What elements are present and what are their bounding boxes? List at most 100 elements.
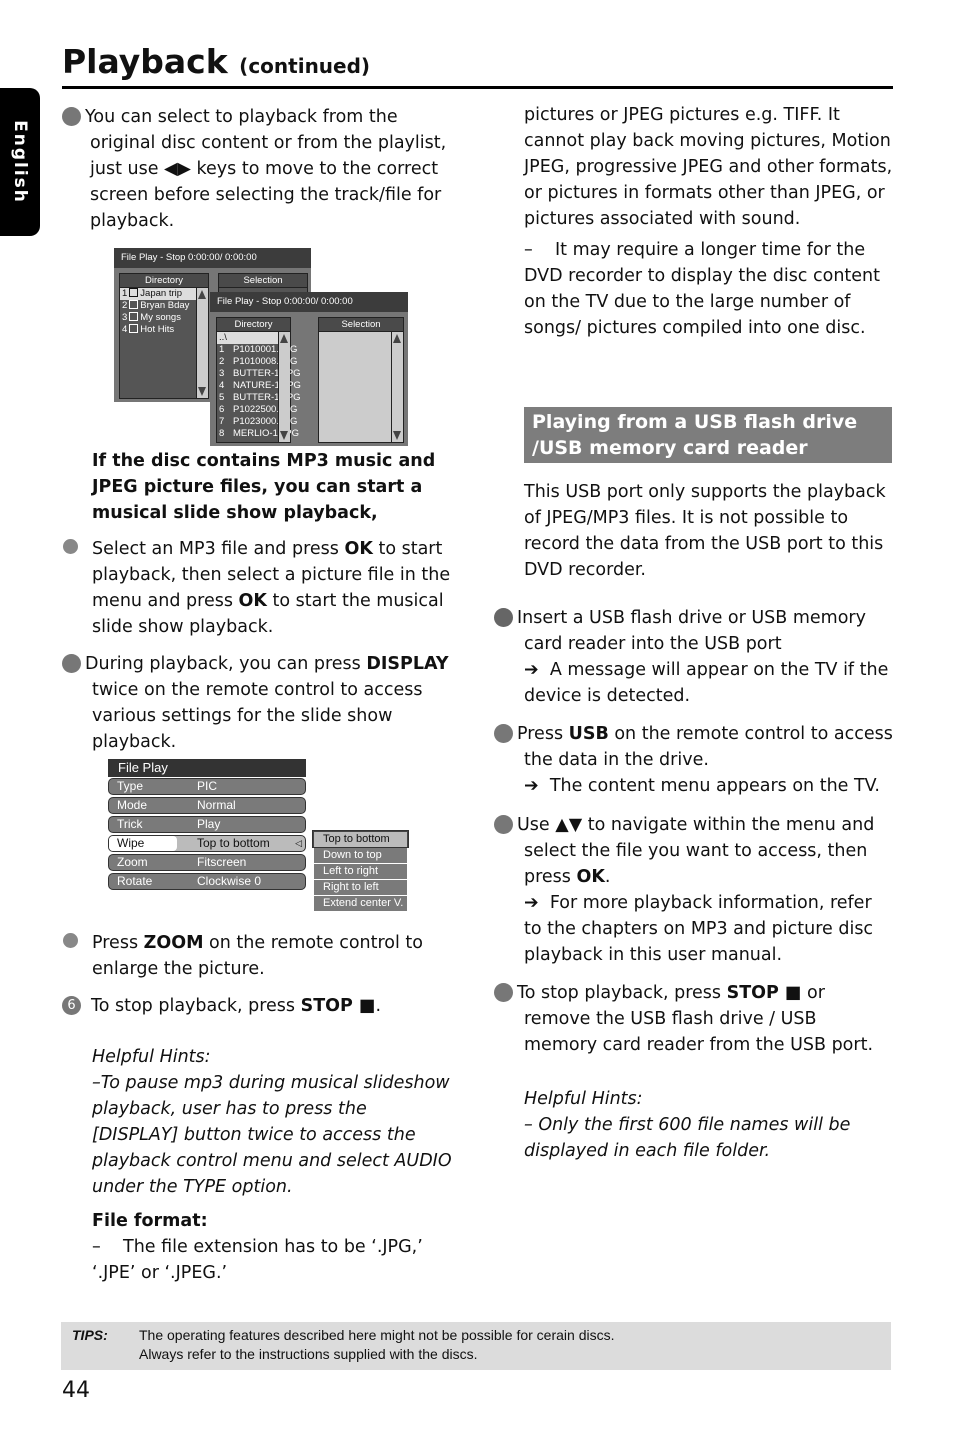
- item-label: Hot Hits: [140, 324, 175, 335]
- directory-list[interactable]: Directory 1 Japan trip 2 Bryan Bday 3 My song…: [119, 273, 209, 399]
- file-item[interactable]: 3 BUTTER-1.JPG: [217, 368, 301, 380]
- triangle-left-icon[interactable]: ◁: [295, 836, 302, 851]
- title-rule: [62, 86, 893, 89]
- dropdown-option[interactable]: Left to right: [314, 864, 407, 879]
- directory-item[interactable]: 4 Hot Hits: [120, 324, 196, 336]
- directory-item[interactable]: 2 Bryan Bday: [120, 300, 196, 312]
- checkbox-icon[interactable]: [129, 288, 139, 297]
- bullet-select-mp3: Select an MP3 file and press OK to start…: [92, 539, 451, 637]
- checkbox-icon[interactable]: [129, 300, 139, 309]
- right-step-2: 2 Press USB on the remote control to acce…: [484, 724, 893, 796]
- file-list[interactable]: Directory ..\ 1 P1010001.JPG 2 P1010008.JPG…: [216, 317, 301, 443]
- hints-text: – Only the first 600 file names will be …: [524, 1115, 851, 1161]
- menu-row-rotate[interactable]: Rotate Clockwise 0: [108, 873, 306, 890]
- step-number-icon: 3: [484, 815, 513, 834]
- item-index: 6: [219, 404, 225, 415]
- hints-title: Helpful Hints:: [92, 1047, 211, 1067]
- dropdown-option[interactable]: Right to left: [314, 880, 407, 895]
- osd-header: File Play - Stop 0:00:00/ 0:00:00: [114, 248, 311, 268]
- file-format: File format: – The file extension has to…: [92, 1208, 457, 1286]
- step-text: You can select to playback from the orig…: [85, 107, 447, 231]
- item-index: 2: [122, 300, 128, 311]
- step-number-icon: 2: [484, 724, 513, 743]
- item-index: 5: [219, 392, 225, 403]
- dropdown-option[interactable]: Top to bottom: [314, 832, 407, 847]
- menu-header: File Play: [108, 759, 306, 777]
- step-number-icon: 1: [484, 608, 513, 627]
- setting-value: Clockwise 0: [197, 874, 262, 888]
- menu-row-wipe[interactable]: Wipe Top to bottom ◁: [108, 835, 306, 852]
- setting-key: Type: [117, 779, 144, 793]
- scroll-down-icon[interactable]: [393, 431, 401, 440]
- item-label: Japan trip: [140, 288, 183, 299]
- left-step-6: 6 To stop playback, press STOP ■.: [62, 993, 462, 1019]
- right-para-1: pictures or JPEG pictures e.g. TIFF. It …: [524, 105, 893, 229]
- setting-value: PIC: [197, 779, 218, 793]
- menu-row-zoom[interactable]: Zoom Fitscreen: [108, 854, 306, 871]
- file-item[interactable]: 4 NATURE-1.JPG: [217, 380, 301, 392]
- dropdown-option[interactable]: Down to top: [314, 848, 407, 863]
- selection-title: Selection: [319, 318, 403, 332]
- slideshow-heading: If the disc contains MP3 music and JPEG …: [92, 451, 436, 523]
- scroll-down-icon[interactable]: [280, 431, 288, 440]
- scrollbar[interactable]: [391, 332, 403, 442]
- directory-title: Directory: [120, 274, 208, 288]
- menu-row-type[interactable]: Type PIC: [108, 778, 306, 795]
- osd-screen-files: File Play - Stop 0:00:00/ 0:00:00 Direct…: [210, 292, 408, 446]
- left-step-5: 5 During playback, you can press DISPLAY …: [52, 654, 449, 752]
- file-name: NATURE-1.JPG: [233, 380, 301, 391]
- usb-intro: This USB port only supports the playback…: [524, 482, 886, 580]
- bullet-zoom: Press ZOOM on the remote control to enla…: [92, 933, 424, 979]
- arrow-icon: ➔: [524, 893, 539, 913]
- scroll-down-icon[interactable]: [198, 387, 206, 396]
- setting-key: Mode: [117, 798, 148, 812]
- file-item[interactable]: 2 P1010008.JPG: [217, 356, 297, 368]
- directory-item[interactable]: 3 My songs: [120, 312, 196, 324]
- tips-label: TIPS:: [72, 1327, 108, 1343]
- file-play-settings-menu: File Play Type PIC Mode Normal Trick Play Wipe…: [108, 759, 306, 892]
- wipe-dropdown[interactable]: Top to bottom Down to top Left to right Rig…: [312, 830, 409, 911]
- right-step-4: 4 To stop playback, press STOP ■ or remov…: [484, 983, 874, 1055]
- checkbox-icon[interactable]: [129, 324, 139, 333]
- directory-item[interactable]: 1 Japan trip: [120, 288, 196, 300]
- left-step-4: 4 You can select to playback from the ori…: [53, 104, 462, 234]
- osd-header: File Play - Stop 0:00:00/ 0:00:00: [210, 292, 408, 312]
- setting-key: Zoom: [117, 855, 148, 869]
- item-index: 1: [122, 288, 128, 299]
- selection-list[interactable]: Selection: [318, 317, 404, 443]
- title-sub: (continued): [239, 54, 371, 78]
- language-label: English: [10, 120, 30, 204]
- bullet-icon: [63, 539, 78, 554]
- menu-row-mode[interactable]: Mode Normal: [108, 797, 306, 814]
- file-item[interactable]: 1 P1010001.JPG: [217, 344, 297, 356]
- file-item[interactable]: 6 P1022500.JPG: [217, 404, 297, 416]
- tips-line-2: Always refer to the instructions supplie…: [139, 1346, 478, 1362]
- right-para-2: – It may require a longer time for the D…: [524, 240, 886, 338]
- item-index: 7: [219, 416, 225, 427]
- scroll-up-icon[interactable]: [280, 334, 288, 343]
- dropdown-option[interactable]: Extend center V.: [314, 896, 407, 911]
- file-name: BUTTER-1.JPG: [233, 392, 301, 403]
- menu-row-trick[interactable]: Trick Play: [108, 816, 306, 833]
- scroll-up-icon[interactable]: [393, 334, 401, 343]
- directory-title: Directory: [217, 318, 290, 332]
- file-item[interactable]: 5 BUTTER-1.JPG: [217, 392, 301, 404]
- file-item[interactable]: 7 P1023000.JPG: [217, 416, 297, 428]
- item-label: Bryan Bday: [140, 300, 190, 311]
- right-step-3: 3 Use ▲▼ to navigate within the menu and …: [484, 815, 875, 965]
- setting-value: Fitscreen: [197, 855, 247, 869]
- scroll-up-icon[interactable]: [198, 290, 206, 299]
- checkbox-icon[interactable]: [129, 312, 139, 321]
- page-title: Playback (continued): [62, 40, 370, 88]
- item-index: 3: [122, 312, 128, 323]
- scrollbar[interactable]: [196, 288, 208, 398]
- file-item[interactable]: 8 MERLIO-1.JPG: [217, 428, 299, 440]
- bullet-icon: [63, 933, 78, 948]
- tips-line-1: The operating features described here mi…: [139, 1327, 615, 1343]
- parent-dir-row[interactable]: ..\: [217, 332, 278, 344]
- item-index: 2: [219, 356, 225, 367]
- section-heading-usb: Playing from a USB flash drive /USB memo…: [524, 407, 892, 463]
- arrow-icon: ➔: [524, 660, 539, 680]
- scrollbar[interactable]: [278, 332, 290, 442]
- setting-value: Normal: [197, 798, 236, 812]
